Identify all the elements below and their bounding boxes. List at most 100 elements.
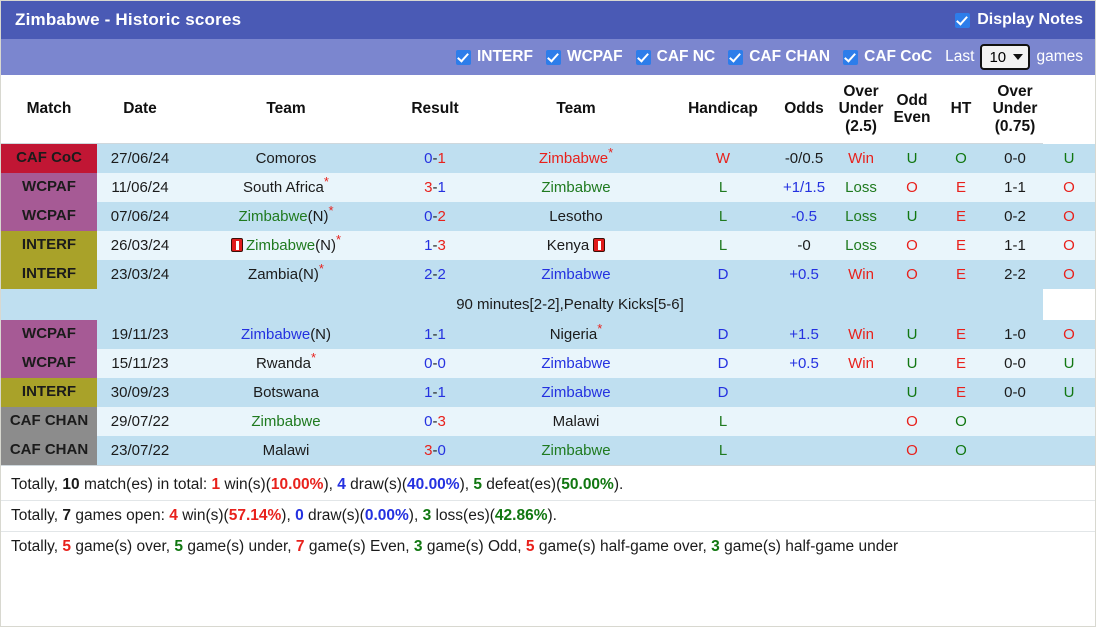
- competition-badge[interactable]: INTERF: [1, 231, 97, 261]
- filter-caf-coc[interactable]: CAF CoC: [843, 48, 932, 66]
- away-team-cell[interactable]: Malawi: [481, 407, 671, 437]
- result-score[interactable]: 0-2: [389, 202, 481, 232]
- result-score[interactable]: 2-2: [389, 260, 481, 290]
- summary-token: Totally,: [11, 538, 63, 556]
- filter-wcpaf[interactable]: WCPAF: [545, 48, 623, 66]
- home-team-cell[interactable]: Zambia(N)*: [183, 260, 389, 290]
- team-name[interactable]: Botswana: [253, 384, 319, 401]
- away-team-cell[interactable]: Zimbabwe*: [481, 143, 671, 174]
- away-team-cell[interactable]: Lesotho: [481, 202, 671, 232]
- checkbox-icon[interactable]: [545, 49, 561, 65]
- table-row[interactable]: WCPAF 11/06/24 South Africa* 3-1 Zimbabwe L +1…: [1, 173, 1095, 203]
- team-name[interactable]: Zimbabwe: [541, 355, 610, 372]
- table-row[interactable]: CAF CoC 27/06/24 Comoros 0-1 Zimbabwe* W -0/0.…: [1, 143, 1095, 174]
- competition-badge[interactable]: WCPAF: [1, 349, 97, 379]
- team-name[interactable]: Malawi: [553, 413, 600, 430]
- team-name[interactable]: Zimbabwe(N): [241, 326, 331, 343]
- competition-badge[interactable]: WCPAF: [1, 320, 97, 350]
- checkbox-icon[interactable]: [728, 49, 744, 65]
- home-team-cell[interactable]: Zimbabwe(N)*: [183, 231, 389, 261]
- home-team-cell[interactable]: Zimbabwe(N): [183, 320, 389, 350]
- col-odds[interactable]: Odds: [775, 75, 833, 145]
- display-notes-toggle[interactable]: Display Notes: [955, 11, 1083, 29]
- team-name[interactable]: Kenya: [547, 237, 606, 254]
- display-notes-checkbox-icon[interactable]: [955, 12, 971, 28]
- col-match[interactable]: Match: [1, 75, 97, 145]
- team-name[interactable]: Zambia(N)*: [248, 262, 324, 283]
- team-name[interactable]: Zimbabwe: [541, 442, 610, 459]
- team-name[interactable]: Zimbabwe: [541, 384, 610, 401]
- table-row[interactable]: WCPAF 07/06/24 Zimbabwe(N)* 0-2 Lesotho L -0.5…: [1, 202, 1095, 232]
- result-score[interactable]: 3-1: [389, 173, 481, 203]
- away-team-cell[interactable]: Zimbabwe: [481, 173, 671, 203]
- table-row[interactable]: CAF CHAN 23/07/22 Malawi 3-0 Zimbabwe L O O: [1, 436, 1095, 466]
- col-odd-even[interactable]: Odd Even: [889, 75, 935, 145]
- team-name[interactable]: Zimbabwe: [251, 413, 320, 430]
- home-team-cell[interactable]: Malawi: [183, 436, 389, 466]
- checkbox-icon[interactable]: [843, 49, 859, 65]
- away-team-cell[interactable]: Nigeria*: [481, 320, 671, 350]
- display-notes-label: Display Notes: [977, 11, 1083, 28]
- team-name[interactable]: Malawi: [263, 442, 310, 459]
- filter-interf[interactable]: INTERF: [455, 48, 533, 66]
- result-score[interactable]: 0-0: [389, 349, 481, 379]
- team-name[interactable]: Zimbabwe(N)*: [230, 233, 341, 254]
- team-name[interactable]: Zimbabwe*: [539, 146, 613, 167]
- table-row[interactable]: INTERF 23/03/24 Zambia(N)* 2-2 Zimbabwe D +0.5…: [1, 260, 1095, 290]
- team-name[interactable]: Zimbabwe: [541, 266, 610, 283]
- result-score[interactable]: 1-1: [389, 320, 481, 350]
- col-result[interactable]: Result: [389, 75, 481, 145]
- home-team-cell[interactable]: Comoros: [183, 143, 389, 174]
- filter-caf-nc[interactable]: CAF NC: [635, 48, 715, 66]
- away-team-cell[interactable]: Zimbabwe: [481, 349, 671, 379]
- home-team-cell[interactable]: Botswana: [183, 378, 389, 408]
- result-score[interactable]: 0-1: [389, 143, 481, 174]
- col-away-team[interactable]: Team: [481, 75, 671, 145]
- col-home-team[interactable]: Team: [183, 75, 389, 145]
- oddeven-label: E: [955, 237, 966, 255]
- competition-badge[interactable]: CAF CoC: [1, 143, 97, 174]
- home-team-cell[interactable]: Zimbabwe: [183, 407, 389, 437]
- col-over-under-25[interactable]: Over Under (2.5): [833, 75, 889, 145]
- table-row[interactable]: WCPAF 15/11/23 Rwanda* 0-0 Zimbabwe D +0.5 Win U…: [1, 349, 1095, 379]
- home-team-cell[interactable]: Zimbabwe(N)*: [183, 202, 389, 232]
- table-row[interactable]: INTERF 26/03/24 Zimbabwe(N)* 1-3 Kenya L -0 Los…: [1, 231, 1095, 261]
- competition-badge[interactable]: CAF CHAN: [1, 407, 97, 437]
- filter-caf-chan[interactable]: CAF CHAN: [728, 48, 830, 66]
- col-date[interactable]: Date: [97, 75, 183, 145]
- odds-label: Loss: [845, 208, 877, 226]
- col-ht[interactable]: HT: [935, 75, 987, 145]
- checkbox-icon[interactable]: [635, 49, 651, 65]
- competition-badge[interactable]: INTERF: [1, 378, 97, 408]
- team-name[interactable]: Rwanda*: [256, 351, 316, 372]
- match-date: 27/06/24: [97, 143, 183, 174]
- team-name[interactable]: South Africa*: [243, 175, 329, 196]
- team-name[interactable]: Zimbabwe(N)*: [238, 204, 333, 225]
- home-team-cell[interactable]: South Africa*: [183, 173, 389, 203]
- competition-badge[interactable]: WCPAF: [1, 173, 97, 203]
- team-name[interactable]: Nigeria*: [550, 322, 603, 343]
- team-name[interactable]: Comoros: [256, 150, 317, 167]
- competition-badge[interactable]: INTERF: [1, 260, 97, 290]
- away-team-cell[interactable]: Zimbabwe: [481, 378, 671, 408]
- table-row[interactable]: WCPAF 19/11/23 Zimbabwe(N) 1-1 Nigeria* D +1.5…: [1, 320, 1095, 350]
- result-score[interactable]: 3-0: [389, 436, 481, 466]
- col-handicap[interactable]: Handicap: [671, 75, 775, 145]
- away-team-cell[interactable]: Kenya: [481, 231, 671, 261]
- competition-badge[interactable]: CAF CHAN: [1, 436, 97, 466]
- home-team-cell[interactable]: Rwanda*: [183, 349, 389, 379]
- result-score[interactable]: 1-3: [389, 231, 481, 261]
- team-name[interactable]: Lesotho: [549, 208, 602, 225]
- team-name[interactable]: Zimbabwe: [541, 179, 610, 196]
- away-team-cell[interactable]: Zimbabwe: [481, 260, 671, 290]
- result-score[interactable]: 1-1: [389, 378, 481, 408]
- table-row[interactable]: CAF CHAN 29/07/22 Zimbabwe 0-3 Malawi L O O: [1, 407, 1095, 437]
- games-count-select[interactable]: 10: [980, 44, 1031, 70]
- odds-result: [833, 378, 889, 408]
- table-row[interactable]: INTERF 30/09/23 Botswana 1-1 Zimbabwe D U E 0-0 U: [1, 378, 1095, 408]
- result-score[interactable]: 0-3: [389, 407, 481, 437]
- competition-badge[interactable]: WCPAF: [1, 202, 97, 232]
- away-team-cell[interactable]: Zimbabwe: [481, 436, 671, 466]
- checkbox-icon[interactable]: [455, 49, 471, 65]
- col-over-under-075[interactable]: Over Under (0.75): [987, 75, 1043, 145]
